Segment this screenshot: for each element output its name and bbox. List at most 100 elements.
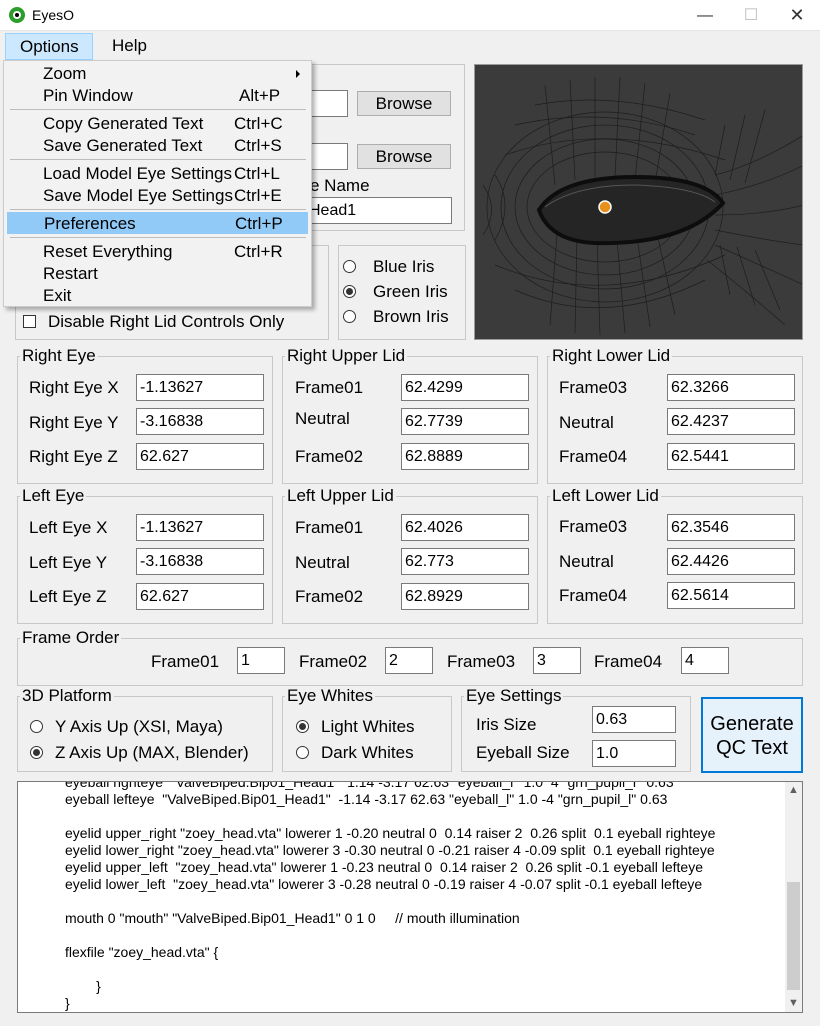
menu-item-save-settings[interactable]: Save Model Eye Settings Ctrl+E bbox=[7, 185, 308, 207]
menu-item-exit[interactable]: Exit bbox=[7, 285, 308, 307]
right-upper-neutral-input[interactable]: 62.7739 bbox=[401, 408, 529, 435]
generate-qc-text-button[interactable]: Generate QC Text bbox=[701, 697, 803, 773]
frame-order-frame04-input[interactable]: 4 bbox=[681, 647, 729, 674]
right-lower-lid-title: Right Lower Lid bbox=[550, 346, 673, 366]
green-iris-label: Green Iris bbox=[373, 282, 448, 301]
browse-model-button[interactable]: Browse bbox=[357, 91, 451, 116]
left-lower-frame03-input[interactable]: 62.3546 bbox=[667, 514, 795, 541]
left-lower-frame04-input[interactable]: 62.5614 bbox=[667, 582, 795, 609]
title-bar: EyesO — ☐ ✕ bbox=[0, 0, 820, 31]
eyeball-size-input[interactable]: 1.0 bbox=[592, 740, 676, 767]
menu-item-shortcut: Ctrl+L bbox=[234, 164, 280, 183]
menu-item-shortcut: Alt+P bbox=[239, 86, 281, 105]
right-lower-neutral-input[interactable]: 62.4237 bbox=[667, 408, 795, 435]
pupil-marker bbox=[598, 200, 612, 214]
eye-wireframe bbox=[482, 76, 802, 336]
blue-iris-radio[interactable] bbox=[343, 260, 356, 273]
left-eye-z-input[interactable]: 62.627 bbox=[136, 583, 264, 610]
output-line: eyeball lefteye "ValveBiped.Bip01_Head1"… bbox=[65, 791, 668, 807]
menu-item-label: Zoom bbox=[43, 64, 87, 83]
menu-help[interactable]: Help bbox=[98, 33, 161, 60]
maximize-button[interactable]: ☐ bbox=[728, 0, 774, 31]
generate-line2: QC Text bbox=[716, 737, 788, 759]
output-line: eyeball righteye "ValveBiped.Bip01_Head1… bbox=[65, 781, 674, 790]
dark-whites-label: Dark Whites bbox=[321, 743, 414, 762]
right-lower-frame04-input[interactable]: 62.5441 bbox=[667, 443, 795, 470]
right-eye-x-input[interactable]: -1.13627 bbox=[136, 374, 264, 401]
eye-settings-title: Eye Settings bbox=[464, 686, 564, 706]
menu-item-reset[interactable]: Reset Everything Ctrl+R bbox=[7, 241, 308, 263]
menu-item-copy-text[interactable]: Copy Generated Text Ctrl+C bbox=[7, 113, 308, 135]
right-upper-frame02-input[interactable]: 62.8889 bbox=[401, 443, 529, 470]
minimize-button[interactable]: — bbox=[682, 0, 728, 31]
left-upper-frame01-input[interactable]: 62.4026 bbox=[401, 514, 529, 541]
z-axis-up-radio[interactable] bbox=[30, 746, 43, 759]
frame-order-frame03-input[interactable]: 3 bbox=[533, 647, 581, 674]
menu-item-save-text[interactable]: Save Generated Text Ctrl+S bbox=[7, 135, 308, 157]
disable-right-lid-checkbox[interactable] bbox=[23, 315, 36, 328]
left-upper-neutral-input[interactable]: 62.773 bbox=[401, 548, 529, 575]
right-upper-frame01-input[interactable]: 62.4299 bbox=[401, 374, 529, 401]
scroll-down-icon[interactable]: ▼ bbox=[785, 995, 802, 1012]
right-lower-frame04-label: Frame04 bbox=[559, 447, 628, 466]
scroll-thumb[interactable] bbox=[787, 882, 800, 990]
menu-options[interactable]: Options bbox=[5, 33, 93, 60]
left-upper-neutral-label: Neutral bbox=[295, 553, 350, 572]
output-line: } bbox=[65, 995, 70, 1011]
brown-iris-radio[interactable] bbox=[343, 310, 356, 323]
menu-item-load-settings[interactable]: Load Model Eye Settings Ctrl+L bbox=[7, 163, 308, 185]
right-lower-frame03-input[interactable]: 62.3266 bbox=[667, 374, 795, 401]
menu-item-zoom[interactable]: Zoom bbox=[7, 63, 308, 85]
output-line: } bbox=[65, 978, 101, 994]
right-upper-neutral-label: Neutral bbox=[295, 409, 350, 428]
menu-item-shortcut: Ctrl+P bbox=[235, 214, 283, 233]
left-upper-frame02-label: Frame02 bbox=[295, 587, 364, 606]
dark-whites-radio[interactable] bbox=[296, 746, 309, 759]
menu-item-label: Restart bbox=[43, 264, 98, 283]
right-eye-y-input[interactable]: -3.16838 bbox=[136, 408, 264, 435]
left-eye-x-input[interactable]: -1.13627 bbox=[136, 514, 264, 541]
y-axis-up-radio[interactable] bbox=[30, 720, 43, 733]
qc-output-textarea[interactable]: eyeball righteye "ValveBiped.Bip01_Head1… bbox=[17, 781, 803, 1013]
menu-item-preferences[interactable]: Preferences Ctrl+P bbox=[7, 212, 308, 234]
light-whites-radio[interactable] bbox=[296, 720, 309, 733]
left-lower-neutral-label: Neutral bbox=[559, 552, 614, 571]
close-button[interactable]: ✕ bbox=[774, 0, 820, 31]
menu-item-label: Save Generated Text bbox=[43, 136, 203, 155]
chevron-right-icon bbox=[296, 70, 300, 78]
menu-item-label: Copy Generated Text bbox=[43, 114, 204, 133]
scroll-up-icon[interactable]: ▲ bbox=[785, 782, 802, 799]
right-eye-title: Right Eye bbox=[20, 346, 98, 366]
right-lower-neutral-label: Neutral bbox=[559, 413, 614, 432]
green-iris-radio[interactable] bbox=[343, 285, 356, 298]
right-eye-z-input[interactable]: 62.627 bbox=[136, 443, 264, 470]
output-line: eyelid lower_right "zoey_head.vta" lower… bbox=[65, 842, 715, 858]
left-upper-frame02-input[interactable]: 62.8929 bbox=[401, 583, 529, 610]
options-dropdown-menu: Zoom Pin Window Alt+P Copy Generated Tex… bbox=[3, 60, 312, 307]
frame-order-frame01-input[interactable]: 1 bbox=[237, 647, 285, 674]
frame-order-frame04-label: Frame04 bbox=[594, 652, 663, 671]
menu-item-pin-window[interactable]: Pin Window Alt+P bbox=[7, 85, 308, 107]
left-lower-frame04-label: Frame04 bbox=[559, 586, 628, 605]
menu-item-label: Pin Window bbox=[43, 86, 133, 105]
browse-vta-button[interactable]: Browse bbox=[357, 144, 451, 169]
output-line: eyelid upper_right "zoey_head.vta" lower… bbox=[65, 825, 716, 841]
platform-title: 3D Platform bbox=[20, 686, 114, 706]
menu-item-restart[interactable]: Restart bbox=[7, 263, 308, 285]
generate-line1: Generate bbox=[710, 713, 794, 735]
right-upper-lid-title: Right Upper Lid bbox=[285, 346, 408, 366]
left-upper-lid-title: Left Upper Lid bbox=[285, 486, 396, 506]
menu-separator bbox=[10, 159, 306, 160]
right-upper-frame01-label: Frame01 bbox=[295, 378, 364, 397]
left-lower-neutral-input[interactable]: 62.4426 bbox=[667, 548, 795, 575]
bone-name-input[interactable]: Head1 bbox=[305, 197, 452, 224]
output-scrollbar[interactable]: ▲ ▼ bbox=[785, 782, 802, 1012]
eyeball-size-label: Eyeball Size bbox=[476, 743, 570, 762]
blue-iris-label: Blue Iris bbox=[373, 257, 435, 276]
menu-item-label: Exit bbox=[43, 286, 72, 305]
frame-order-frame02-input[interactable]: 2 bbox=[385, 647, 433, 674]
output-line: eyelid upper_left "zoey_head.vta" lowere… bbox=[65, 859, 703, 875]
iris-size-input[interactable]: 0.63 bbox=[592, 706, 676, 733]
left-eye-y-input[interactable]: -3.16838 bbox=[136, 548, 264, 575]
bone-name-label: e Name bbox=[310, 176, 370, 195]
